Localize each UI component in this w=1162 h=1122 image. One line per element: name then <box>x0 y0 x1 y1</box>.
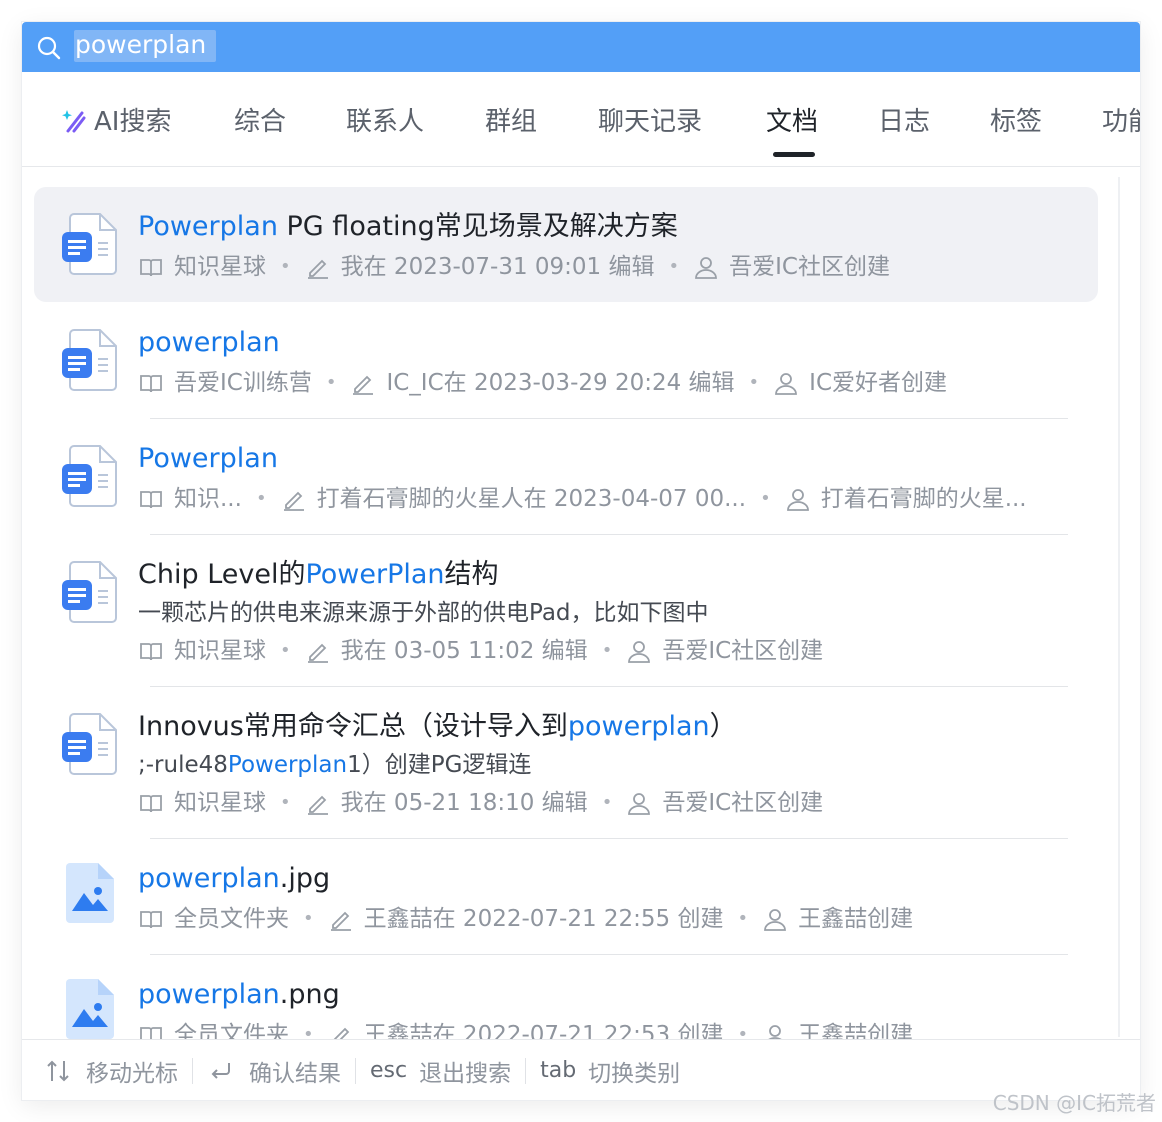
hint-move-cursor-label: 移动光标 <box>86 1060 178 1087</box>
result-title: Powerplan <box>138 443 278 474</box>
result-meta: 全员文件夹 • 王鑫喆在 2022-07-21 22:53 创建 • 王鑫喆创建 <box>138 1019 913 1039</box>
user-icon <box>628 641 651 663</box>
divider <box>525 1057 527 1084</box>
doc-file-icon <box>62 713 117 775</box>
tab-groups[interactable]: 群组 <box>485 102 537 142</box>
result-item[interactable]: powerplan 吾爱IC训练营 • IC_IC在 2023-03-29 20:… <box>34 303 1098 419</box>
hint-confirm-label: 确认结果 <box>249 1060 341 1087</box>
image-file-icon <box>66 979 114 1039</box>
edit-icon <box>307 259 328 279</box>
doc-file-icon <box>62 561 117 623</box>
tab-overview[interactable]: 综合 <box>234 102 286 142</box>
enter-icon <box>211 1062 230 1079</box>
result-meta: 知识... • 打着石膏脚的火星人在 2023-04-07 00... • 打着石膏… <box>138 483 1027 515</box>
result-item[interactable]: powerplan.png 全员文件夹 • 王鑫喆在 2022-07-21 22:… <box>34 955 1098 1039</box>
edit-icon <box>330 911 351 931</box>
divider <box>355 1057 356 1084</box>
book-icon <box>140 491 162 509</box>
category-tabs: AI搜索 综合 联系人 群组 聊天记录 文档 日志 标签 功能 <box>22 72 1140 167</box>
tab-tags[interactable]: 标签 <box>990 102 1042 142</box>
result-meta: 知识星球 • 我在 2023-07-31 09:01 编辑 • 吾爱IC社区创建 <box>138 251 890 283</box>
tab-ai-search[interactable]: AI搜索 <box>94 102 171 142</box>
result-meta: 知识星球 • 我在 05-21 18:10 编辑 • 吾爱IC社区创建 <box>138 787 823 819</box>
result-title: powerplan <box>138 327 280 358</box>
ai-sparkle-icon <box>62 110 86 133</box>
hint-move-cursor: 移动光标 <box>44 1054 178 1088</box>
tab-chat-history[interactable]: 聊天记录 <box>598 102 702 142</box>
divider <box>192 1057 193 1084</box>
tab-functions[interactable]: 功能 <box>1102 102 1140 142</box>
esc-key: esc <box>370 1058 408 1083</box>
tab-contacts[interactable]: 联系人 <box>346 102 424 142</box>
result-snippet: 一颗芯片的供电来源来源于外部的供电Pad，比如下图中 <box>138 600 709 626</box>
hint-exit: esc 退出搜索 <box>370 1054 511 1088</box>
result-title: Powerplan PG floating常见场景及解决方案 <box>138 211 678 242</box>
result-item[interactable]: Powerplan PG floating常见场景及解决方案 知识星球 • 我在 … <box>34 187 1098 302</box>
result-item[interactable]: Powerplan 知识... • 打着石膏脚的火星人在 2023-04-07 0… <box>34 419 1098 535</box>
edit-icon <box>307 795 328 815</box>
tab-docs[interactable]: 文档 <box>766 102 818 142</box>
edit-icon <box>283 491 304 511</box>
search-panel: powerplan AI搜索 综合 联系人 群组 聊天记录 文档 日志 标签 功… <box>22 22 1140 1100</box>
watermark: CSDN @IC拓荒者 <box>992 1091 1156 1115</box>
hint-switch: tab 切换类别 <box>540 1054 680 1088</box>
result-title: Innovus常用命令汇总（设计导入到powerplan） <box>138 711 737 742</box>
result-item[interactable]: Innovus常用命令汇总（设计导入到powerplan） ;-rule48Po… <box>34 687 1098 839</box>
search-bar[interactable]: powerplan <box>22 22 1140 72</box>
keyboard-hints-footer: 移动光标 确认结果 esc 退出搜索 tab 切换类别 <box>22 1039 1140 1100</box>
book-icon <box>140 911 162 929</box>
doc-file-icon <box>62 213 117 275</box>
search-icon <box>37 36 61 60</box>
doc-file-icon <box>62 329 117 391</box>
user-icon <box>768 1025 782 1039</box>
image-file-icon <box>66 863 114 923</box>
book-icon <box>140 259 162 277</box>
hint-switch-label: 切换类别 <box>588 1060 681 1087</box>
result-snippet: ;-rule48Powerplan1）创建PG逻辑连 <box>138 752 532 778</box>
user-icon <box>775 373 798 395</box>
result-meta: 知识星球 • 我在 03-05 11:02 编辑 • 吾爱IC社区创建 <box>138 635 823 667</box>
book-icon <box>140 795 162 813</box>
result-title: powerplan.jpg <box>138 863 331 894</box>
user-icon <box>695 257 718 279</box>
hint-exit-label: 退出搜索 <box>419 1060 512 1087</box>
book-icon <box>140 1027 162 1039</box>
result-item[interactable]: powerplan.jpg 全员文件夹 • 王鑫喆在 2022-07-21 22:… <box>34 839 1098 955</box>
user-icon <box>786 489 809 511</box>
edit-icon <box>307 643 328 663</box>
edit-icon <box>353 375 374 395</box>
active-tab-indicator <box>773 152 815 157</box>
book-icon <box>140 375 162 393</box>
doc-file-icon <box>62 445 117 507</box>
result-item[interactable]: Chip Level的PowerPlan结构 一颗芯片的供电来源来源于外部的供电… <box>34 535 1098 687</box>
up-down-arrows-icon <box>47 1060 69 1081</box>
result-meta: 吾爱IC训练营 • IC_IC在 2023-03-29 20:24 编辑 • IC爱… <box>138 367 947 399</box>
search-input[interactable]: powerplan <box>75 28 206 62</box>
result-title: Chip Level的PowerPlan结构 <box>138 559 499 590</box>
book-icon <box>140 643 162 661</box>
user-icon <box>764 909 787 931</box>
result-title: powerplan.png <box>138 979 340 1010</box>
edit-icon <box>333 1027 349 1039</box>
result-meta: 全员文件夹 • 王鑫喆在 2022-07-21 22:55 创建 • 王鑫喆创建 <box>138 903 913 935</box>
results-list[interactable]: Powerplan PG floating常见场景及解决方案 知识星球 • 我在 … <box>22 167 1140 1039</box>
tab-key: tab <box>540 1058 577 1083</box>
tab-logs[interactable]: 日志 <box>878 102 930 142</box>
scrollbar[interactable] <box>1118 177 1120 1037</box>
user-icon <box>628 793 651 815</box>
hint-confirm: 确认结果 <box>207 1054 341 1088</box>
